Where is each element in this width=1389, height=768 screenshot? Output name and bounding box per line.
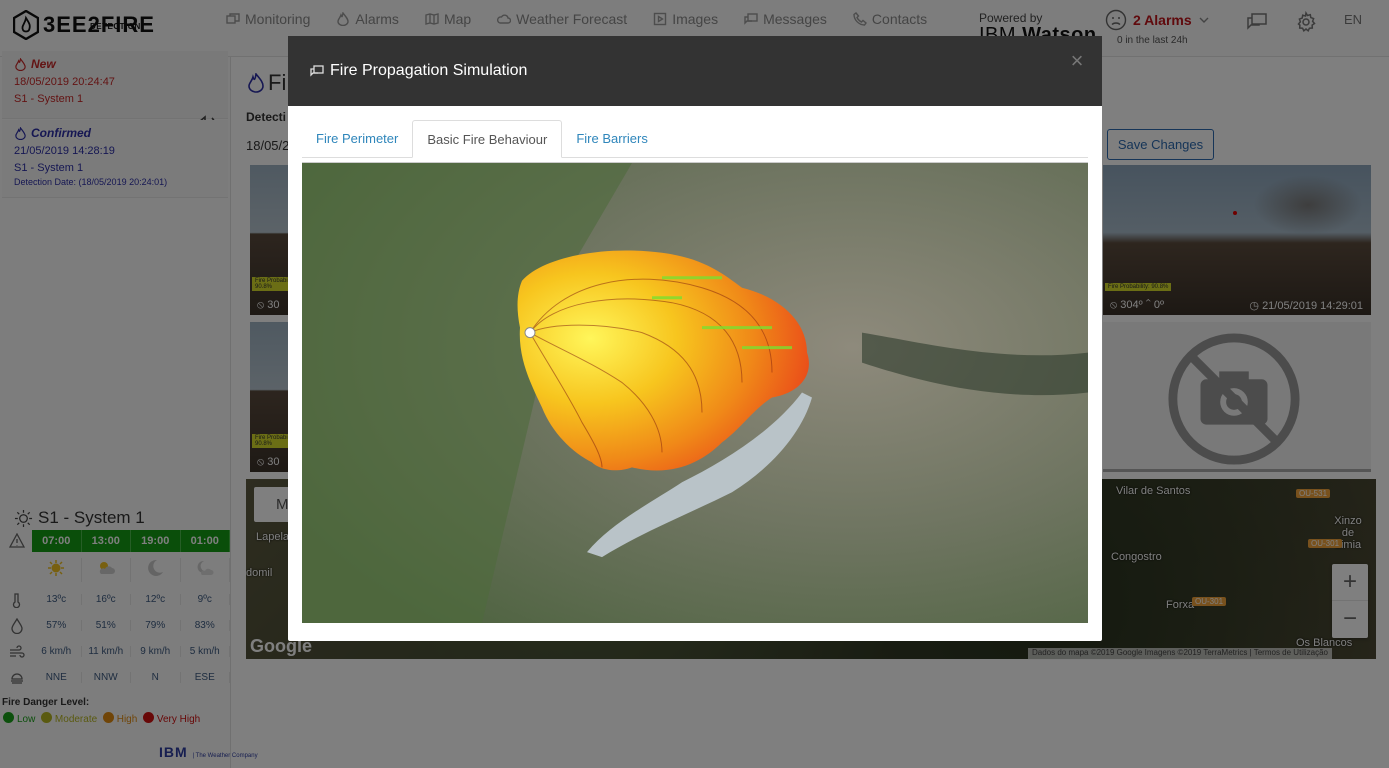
close-button[interactable]: × <box>1066 50 1088 72</box>
fire-propagation-map[interactable] <box>302 162 1088 623</box>
simulation-canvas <box>302 163 1088 623</box>
tab-fire-barriers[interactable]: Fire Barriers <box>562 120 662 158</box>
app-page: 3EE2FIRE DETECTION Monitoring Alarms Map… <box>0 0 1389 768</box>
modal-title-text: Fire Propagation Simulation <box>330 62 528 79</box>
tab-fire-perimeter[interactable]: Fire Perimeter <box>302 120 412 158</box>
fire-simulation-modal: Fire Propagation Simulation × Fire Perim… <box>288 36 1102 641</box>
simulation-tabs: Fire Perimeter Basic Fire Behaviour Fire… <box>302 120 1088 158</box>
tab-basic-fire-behaviour[interactable]: Basic Fire Behaviour <box>412 120 563 158</box>
ignition-point <box>524 327 536 339</box>
messages-icon <box>310 65 324 77</box>
modal-title: Fire Propagation Simulation <box>310 62 527 80</box>
modal-header: Fire Propagation Simulation × <box>288 36 1102 106</box>
